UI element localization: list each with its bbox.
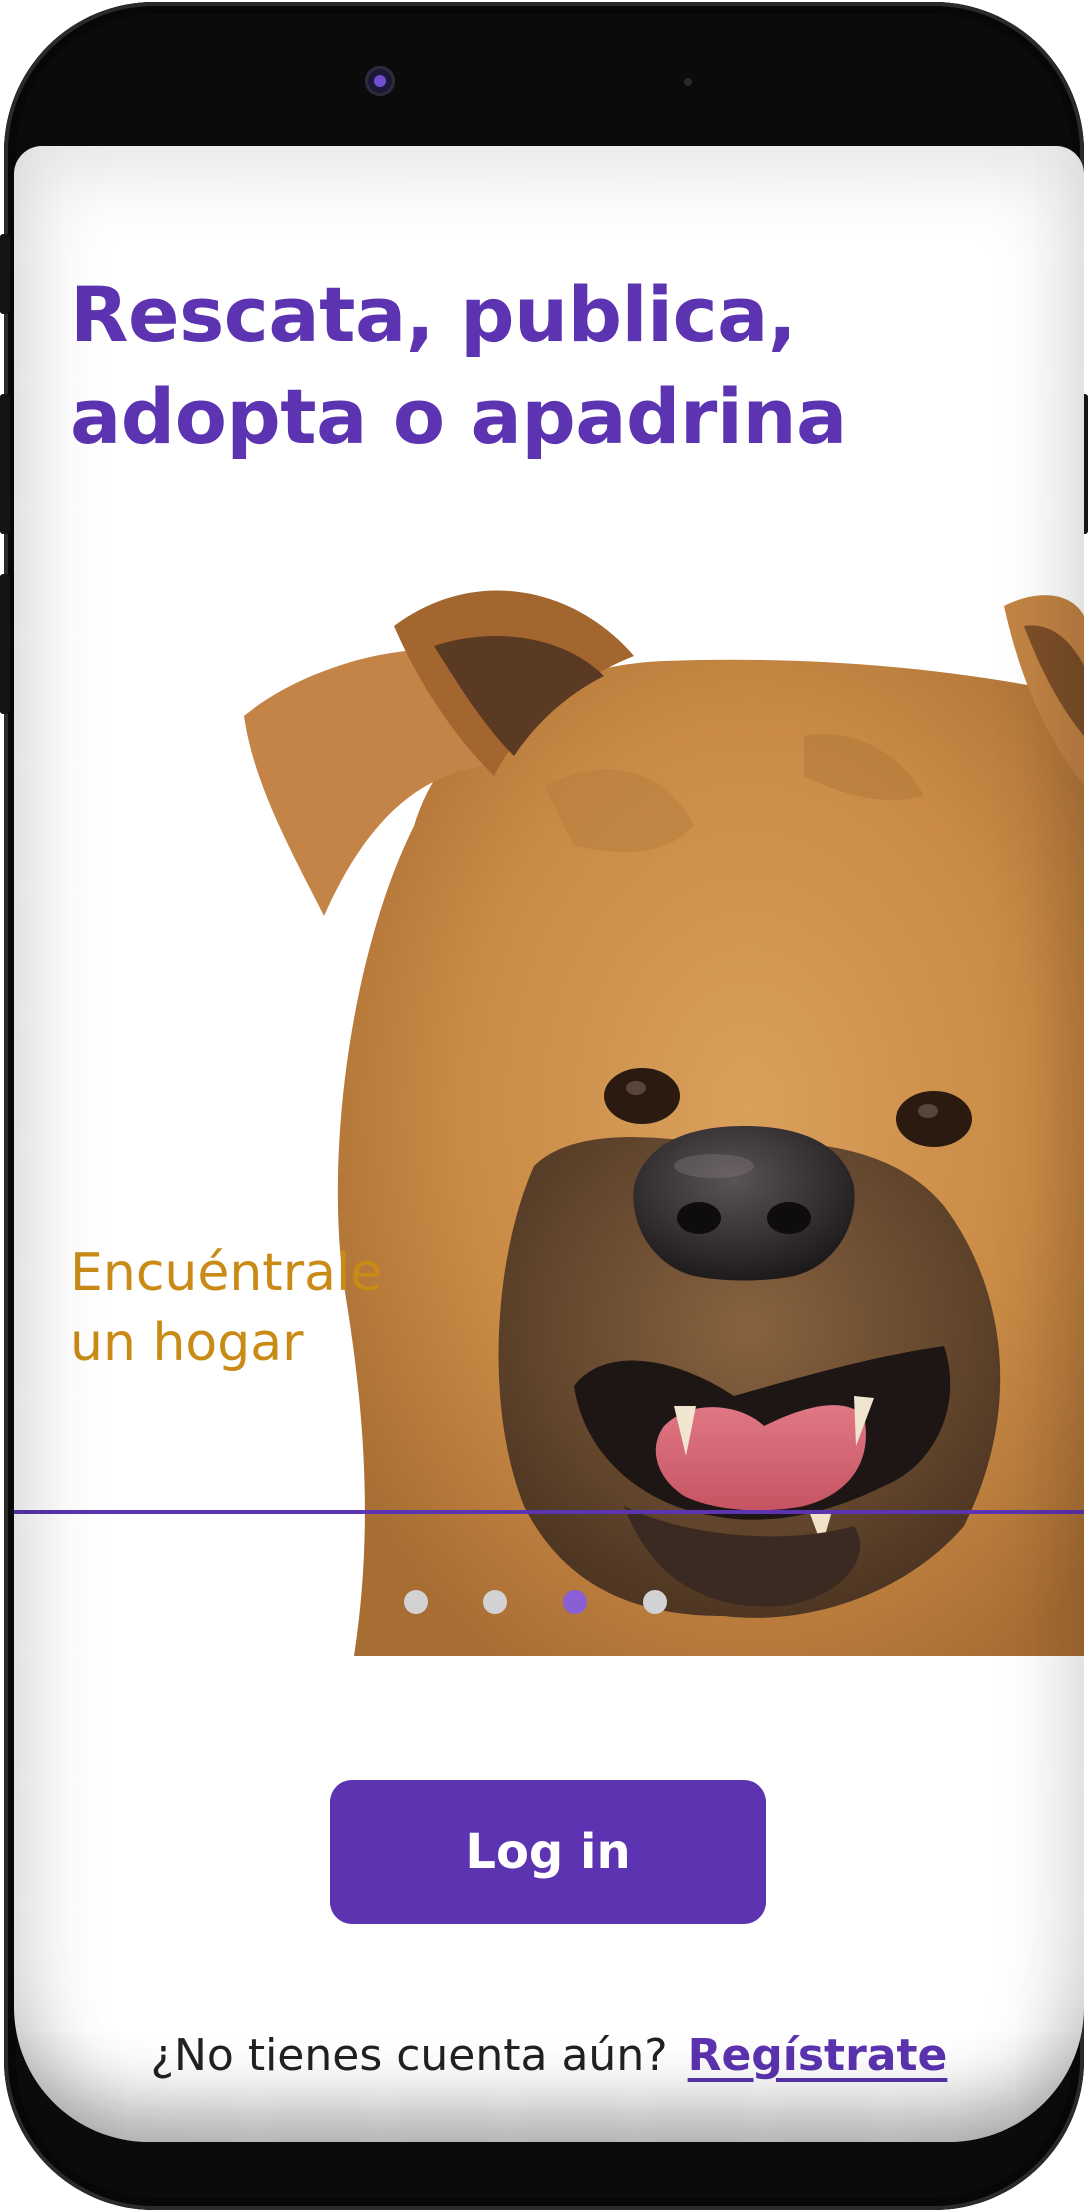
headline-line: Rescata, publica,: [70, 270, 797, 359]
tagline-line: un hogar: [70, 1313, 304, 1373]
proximity-sensor: [684, 78, 692, 86]
phone-frame: Rescata, publica, adopta o apadrina Encu…: [0, 2, 1088, 2210]
register-prompt: ¿No tienes cuenta aún? Regístrate: [14, 2026, 1084, 2086]
tagline-line: Encuéntrale: [70, 1243, 383, 1303]
section-divider: [14, 1510, 1084, 1514]
side-button: [0, 394, 10, 534]
pager-dot[interactable]: [643, 1590, 667, 1614]
headline-line: adopta o apadrina: [70, 372, 847, 461]
register-link[interactable]: Regístrate: [688, 2030, 948, 2081]
dog-photo: [244, 590, 1084, 1656]
pager-dot-active[interactable]: [563, 1590, 587, 1614]
pager-dot[interactable]: [483, 1590, 507, 1614]
pager-dot[interactable]: [404, 1590, 428, 1614]
login-button[interactable]: Log in: [330, 1780, 766, 1924]
onboarding-headline: Rescata, publica, adopta o apadrina: [70, 264, 970, 468]
side-button: [0, 234, 10, 314]
onboarding-tagline: Encuéntrale un hogar: [70, 1238, 382, 1378]
carousel-pager: [14, 1590, 1084, 1616]
front-camera: [365, 66, 395, 96]
no-account-text: ¿No tienes cuenta aún?: [150, 2030, 668, 2081]
side-button: [0, 574, 10, 714]
app-screen: Rescata, publica, adopta o apadrina Encu…: [14, 146, 1084, 2142]
